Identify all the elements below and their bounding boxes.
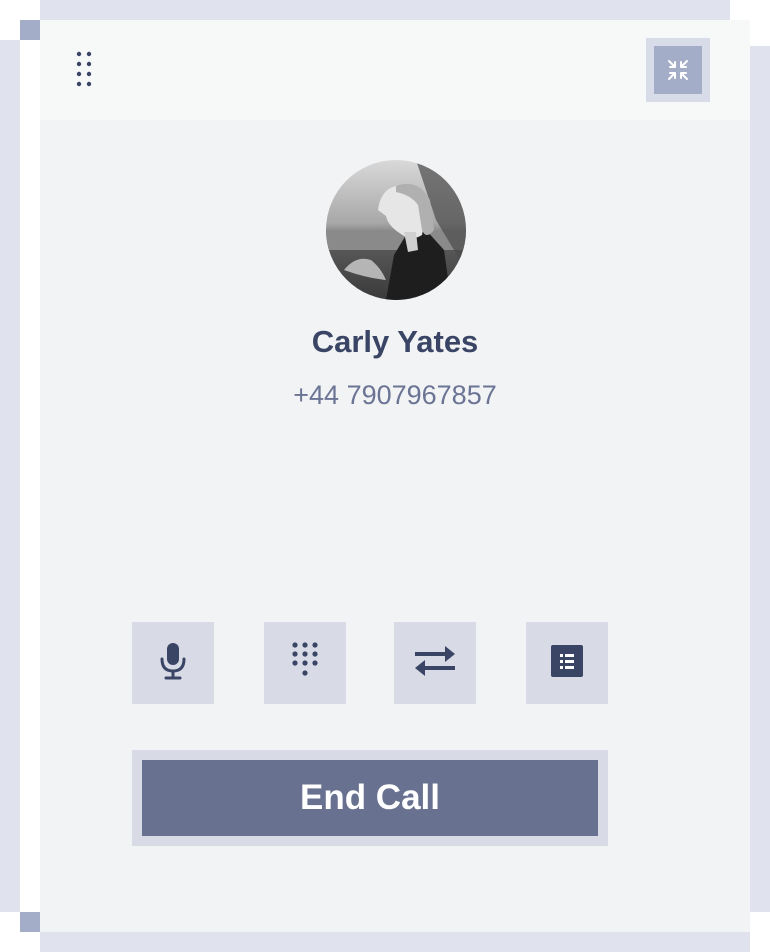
minimize-button[interactable] <box>646 38 710 102</box>
notes-button[interactable] <box>526 622 608 704</box>
dialpad-icon <box>290 641 320 686</box>
call-panel: Carly Yates +44 7907967857 End Call <box>40 20 750 932</box>
frame-left-bar <box>0 40 20 912</box>
frame-right-bar <box>750 46 770 912</box>
compress-arrows-icon <box>654 46 702 94</box>
transfer-arrows-icon <box>413 645 457 682</box>
call-panel-header <box>40 20 750 120</box>
caller-name: Carly Yates <box>311 324 479 359</box>
list-document-icon <box>551 644 583 682</box>
dialpad-button[interactable] <box>264 622 346 704</box>
mute-button[interactable] <box>132 622 214 704</box>
end-call-button[interactable]: End Call <box>142 760 598 836</box>
frame-top-bar <box>40 0 730 20</box>
resize-handle-bottom-left[interactable] <box>20 912 40 932</box>
end-call-container: End Call <box>132 750 608 846</box>
call-widget-stage: Carly Yates +44 7907967857 End Call <box>0 0 770 952</box>
caller-number: +44 7907967857 <box>293 380 497 410</box>
resize-handle-top-left[interactable] <box>20 20 40 40</box>
drag-dots-icon[interactable] <box>72 50 96 90</box>
avatar <box>326 160 466 300</box>
microphone-icon <box>158 641 188 686</box>
frame-bottom-bar <box>40 932 750 952</box>
transfer-button[interactable] <box>394 622 476 704</box>
